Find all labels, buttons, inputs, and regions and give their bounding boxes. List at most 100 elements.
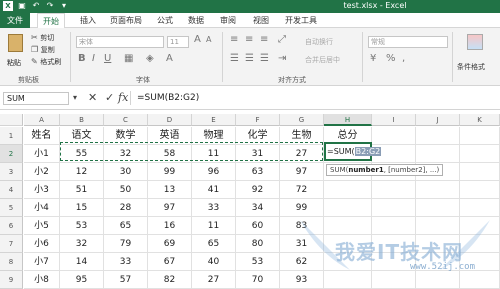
cell-f7[interactable]: 80 — [236, 235, 280, 253]
font-size-select[interactable]: 11 — [167, 36, 189, 48]
column-header-b[interactable]: B — [60, 114, 104, 126]
column-header-e[interactable]: E — [192, 114, 236, 126]
cell-h7[interactable] — [324, 235, 372, 253]
align-left-icon[interactable]: ☰ — [230, 53, 239, 64]
tab-review[interactable]: 审阅 — [220, 15, 236, 26]
cell-e8[interactable]: 40 — [192, 253, 236, 271]
cell-k5[interactable] — [460, 199, 500, 217]
select-all-corner[interactable] — [0, 114, 23, 126]
row-header-7[interactable]: 7 — [0, 235, 23, 253]
row-header-5[interactable]: 5 — [0, 199, 23, 217]
formula-input[interactable]: =SUM(B2:G2) — [130, 91, 498, 105]
cell-f1[interactable]: 化学 — [236, 127, 280, 145]
active-cell-editor[interactable]: =SUM(B2:G2 — [324, 142, 382, 161]
tab-insert[interactable]: 插入 — [80, 15, 96, 26]
conditional-format-button[interactable]: 条件格式 — [457, 32, 497, 74]
bold-icon[interactable]: B — [78, 53, 86, 64]
cell-g6[interactable]: 83 — [280, 217, 324, 235]
cell-c3[interactable]: 30 — [104, 163, 148, 181]
cell-e7[interactable]: 65 — [192, 235, 236, 253]
cell-c6[interactable]: 65 — [104, 217, 148, 235]
name-box[interactable]: SUM — [3, 92, 69, 105]
cell-b5[interactable]: 15 — [60, 199, 104, 217]
cell-e3[interactable]: 96 — [192, 163, 236, 181]
cell-b3[interactable]: 12 — [60, 163, 104, 181]
cell-h6[interactable] — [324, 217, 372, 235]
align-center-icon[interactable]: ☰ — [245, 53, 254, 64]
cell-e6[interactable]: 11 — [192, 217, 236, 235]
number-format-select[interactable]: 常规 — [368, 36, 448, 48]
cell-k3[interactable] — [460, 163, 500, 181]
column-header-h[interactable]: H — [324, 114, 372, 126]
format-painter-button[interactable]: ✎ 格式刷 — [31, 57, 61, 67]
align-top-icon[interactable]: ≡ — [230, 34, 238, 45]
copy-button[interactable]: ❐ 复制 — [31, 45, 55, 55]
cell-d7[interactable]: 69 — [148, 235, 192, 253]
cell-c1[interactable]: 数学 — [104, 127, 148, 145]
cell-d1[interactable]: 英语 — [148, 127, 192, 145]
column-header-f[interactable]: F — [236, 114, 280, 126]
row-header-2[interactable]: 2 — [0, 145, 23, 163]
name-box-dropdown-icon[interactable]: ▾ — [73, 93, 77, 102]
cell-g9[interactable]: 93 — [280, 271, 324, 289]
cell-b9[interactable]: 95 — [60, 271, 104, 289]
cell-f2[interactable]: 31 — [236, 145, 280, 163]
cell-d8[interactable]: 67 — [148, 253, 192, 271]
cell-a5[interactable]: 小4 — [24, 199, 60, 217]
cell-a8[interactable]: 小7 — [24, 253, 60, 271]
cell-d3[interactable]: 99 — [148, 163, 192, 181]
cell-d9[interactable]: 82 — [148, 271, 192, 289]
cell-i4[interactable] — [372, 181, 416, 199]
cell-f8[interactable]: 53 — [236, 253, 280, 271]
align-middle-icon[interactable]: ≡ — [245, 34, 253, 45]
cell-c8[interactable]: 33 — [104, 253, 148, 271]
cancel-icon[interactable]: ✕ — [88, 91, 97, 104]
cell-e4[interactable]: 41 — [192, 181, 236, 199]
column-header-i[interactable]: I — [372, 114, 416, 126]
cell-k7[interactable] — [460, 235, 500, 253]
cell-a3[interactable]: 小2 — [24, 163, 60, 181]
tab-developer[interactable]: 开发工具 — [285, 15, 317, 26]
cell-a6[interactable]: 小5 — [24, 217, 60, 235]
border-icon[interactable]: ▦ — [124, 53, 133, 64]
cut-button[interactable]: ✂ 剪切 — [31, 33, 54, 43]
row-header-3[interactable]: 3 — [0, 163, 23, 181]
cell-c4[interactable]: 50 — [104, 181, 148, 199]
cell-g8[interactable]: 62 — [280, 253, 324, 271]
paste-button[interactable]: 粘贴 — [5, 32, 27, 70]
cell-k1[interactable] — [460, 127, 500, 145]
italic-icon[interactable]: I — [92, 53, 95, 64]
cell-c9[interactable]: 57 — [104, 271, 148, 289]
shrink-font-icon[interactable]: A — [206, 35, 211, 44]
cell-g1[interactable]: 生物 — [280, 127, 324, 145]
column-header-a[interactable]: A — [24, 114, 60, 126]
cell-d2[interactable]: 58 — [148, 145, 192, 163]
cell-g7[interactable]: 31 — [280, 235, 324, 253]
currency-icon[interactable]: ¥ — [370, 53, 376, 64]
column-header-d[interactable]: D — [148, 114, 192, 126]
cell-j4[interactable] — [416, 181, 460, 199]
cell-h5[interactable] — [324, 199, 372, 217]
cell-i8[interactable] — [372, 253, 416, 271]
tab-data[interactable]: 数据 — [188, 15, 204, 26]
font-name-select[interactable]: 宋体 — [76, 36, 164, 48]
cell-e1[interactable]: 物理 — [192, 127, 236, 145]
row-header-6[interactable]: 6 — [0, 217, 23, 235]
cell-c5[interactable]: 28 — [104, 199, 148, 217]
cell-f6[interactable]: 60 — [236, 217, 280, 235]
cell-j6[interactable] — [416, 217, 460, 235]
cell-b6[interactable]: 53 — [60, 217, 104, 235]
row-header-4[interactable]: 4 — [0, 181, 23, 199]
cell-k9[interactable] — [460, 271, 500, 289]
cell-h9[interactable] — [324, 271, 372, 289]
cell-c2[interactable]: 32 — [104, 145, 148, 163]
cell-e5[interactable]: 33 — [192, 199, 236, 217]
cell-b7[interactable]: 32 — [60, 235, 104, 253]
cell-j8[interactable] — [416, 253, 460, 271]
wrap-text-button[interactable]: 自动换行 — [305, 37, 333, 47]
cell-d4[interactable]: 13 — [148, 181, 192, 199]
merge-center-button[interactable]: 合并后居中 — [305, 55, 340, 65]
cell-h8[interactable] — [324, 253, 372, 271]
comma-icon[interactable]: , — [402, 53, 405, 64]
cell-f5[interactable]: 34 — [236, 199, 280, 217]
